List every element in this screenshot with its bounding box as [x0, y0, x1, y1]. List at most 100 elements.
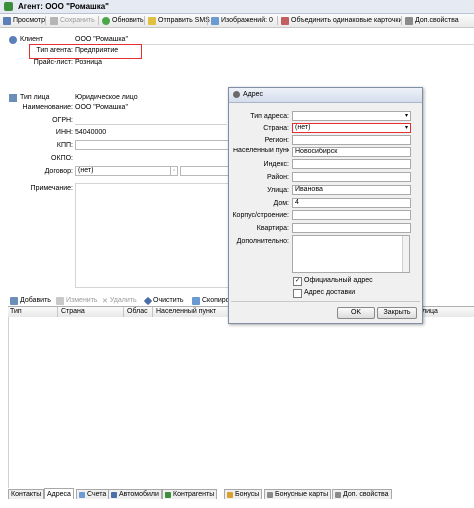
delivery-address-checkbox[interactable] — [293, 289, 302, 298]
toolbar-separator — [45, 16, 46, 25]
agent-type-label: Тип агента: — [36, 47, 73, 54]
contract-select[interactable]: (нет) — [75, 166, 171, 176]
column-type[interactable]: Тип — [10, 308, 22, 315]
ogrn-field[interactable] — [75, 124, 227, 125]
eraser-icon — [143, 296, 153, 305]
properties-icon — [405, 16, 413, 25]
inn-label: ИНН: — [55, 129, 73, 136]
price-list-value[interactable]: Розница — [75, 59, 102, 66]
ok-button[interactable]: OK — [337, 307, 375, 319]
extra-textarea[interactable] — [292, 235, 410, 273]
official-address-checkbox[interactable]: ✓ — [293, 277, 302, 286]
region-field[interactable] — [292, 135, 411, 145]
country-select[interactable]: (нет) ▾ — [292, 123, 411, 133]
name-value[interactable]: ООО "Ромашка" — [75, 104, 128, 111]
tab-bonus-cards[interactable]: Бонусные карты — [264, 489, 332, 499]
street-field[interactable]: Иванова — [292, 185, 411, 195]
delete-button[interactable]: ✕ Удалить — [102, 295, 137, 306]
tab-contacts[interactable]: Контакты — [8, 489, 45, 499]
building-field[interactable] — [292, 210, 411, 220]
tab-label: Доп. свойства — [343, 491, 389, 498]
scrollbar[interactable] — [402, 236, 409, 272]
contract-dropdown-button[interactable]: · — [170, 166, 178, 176]
dialog-title: Адрес — [243, 91, 264, 98]
contract-extra-field[interactable] — [180, 166, 230, 176]
gear-icon — [233, 91, 240, 98]
tab-label: Адреса — [47, 490, 71, 498]
note-textarea[interactable] — [75, 183, 229, 288]
properties-icon — [335, 491, 341, 498]
chevron-down-icon: ▾ — [404, 113, 408, 119]
edit-button[interactable]: Изменить — [56, 295, 98, 306]
delivery-address-label: Адрес доставки — [304, 289, 356, 296]
tab-accounts[interactable]: Счета — [76, 489, 110, 499]
person-type-value[interactable]: Юридическое лицо — [75, 94, 138, 101]
apartment-label: Квартира: — [256, 225, 289, 232]
tab-label: Бонусные карты — [275, 491, 329, 498]
delete-label: Удалить — [109, 297, 137, 304]
index-label: Индекс: — [263, 161, 289, 168]
refresh-icon — [102, 16, 110, 25]
dialog-titlebar[interactable]: Адрес — [229, 88, 422, 103]
tab-counterparties[interactable]: Контрагенты — [162, 489, 218, 499]
tab-addresses[interactable]: Адреса — [44, 488, 74, 499]
add-button[interactable]: Добавить — [10, 295, 51, 306]
column-divider — [152, 307, 153, 317]
inn-value[interactable]: 54040000 — [75, 129, 106, 136]
view-icon — [3, 16, 11, 25]
tab-label: Контакты — [11, 491, 42, 498]
agent-type-value[interactable]: Предприятие — [75, 47, 118, 54]
tab-extra-props[interactable]: Доп. свойства — [332, 489, 392, 499]
house-label: Дом: — [273, 200, 289, 207]
clear-button[interactable]: Очистить — [143, 295, 183, 306]
send-sms-button[interactable]: Отправить SMS — [148, 15, 210, 26]
column-country[interactable]: Страна — [61, 308, 85, 315]
close-button[interactable]: Закрыть — [377, 307, 417, 319]
refresh-label: Обновить — [112, 17, 144, 24]
app-icon — [4, 2, 13, 11]
region-label: Регион: — [264, 137, 289, 144]
card-icon — [267, 491, 273, 498]
contract-value: (нет) — [78, 167, 94, 174]
ogrn-label: ОГРН: — [52, 117, 73, 124]
tab-label: Счета — [87, 491, 107, 498]
person-type-label: Тип лица — [20, 94, 50, 101]
house-field[interactable]: 4 — [292, 198, 411, 208]
main-toolbar: Просмотр Сохранить Обновить Отправить SM… — [0, 14, 474, 28]
extra-props-button[interactable]: Доп.свойства — [405, 15, 459, 26]
column-locality[interactable]: Населенный пункт — [156, 308, 216, 315]
edit-label: Изменить — [66, 297, 98, 304]
copy-button[interactable]: Скопиро — [192, 295, 230, 306]
column-region[interactable]: Облас — [127, 308, 148, 315]
add-label: Добавить — [20, 297, 51, 304]
kpp-label: КПП: — [56, 142, 73, 149]
apartment-field[interactable] — [292, 223, 411, 233]
merge-button[interactable]: Объединить одинаковые карточки — [281, 15, 402, 26]
tab-cars[interactable]: Автомобили — [108, 489, 162, 499]
street-value: Иванова — [295, 186, 323, 193]
tab-bonuses[interactable]: Бонусы — [224, 489, 263, 499]
kpp-field[interactable] — [75, 140, 229, 150]
car-icon — [111, 491, 117, 498]
refresh-button[interactable]: Обновить — [102, 15, 144, 26]
chevron-down-icon: ▾ — [404, 125, 408, 131]
district-field[interactable] — [292, 172, 411, 182]
tab-label: Бонусы — [235, 491, 260, 498]
locality-field[interactable]: Новосибирск — [292, 147, 411, 157]
copy-label: Скопиро — [202, 297, 230, 304]
column-divider — [123, 307, 124, 317]
address-grid-body[interactable] — [8, 317, 474, 488]
address-type-select[interactable]: ▾ — [292, 111, 411, 121]
checkmark-icon: ✓ — [294, 278, 301, 284]
extra-label: Дополнительно: — [236, 238, 289, 245]
save-button[interactable]: Сохранить — [50, 15, 95, 26]
accounts-icon — [79, 491, 85, 498]
index-field[interactable] — [292, 159, 411, 169]
column-person[interactable]: лица — [422, 308, 438, 315]
locality-value: Новосибирск — [295, 148, 338, 155]
divider — [231, 301, 420, 302]
images-button[interactable]: Изображений: 0 — [211, 15, 273, 26]
view-button[interactable]: Просмотр — [3, 15, 45, 26]
client-name: ООО "Ромашка" — [75, 36, 128, 43]
merge-icon — [281, 16, 289, 25]
